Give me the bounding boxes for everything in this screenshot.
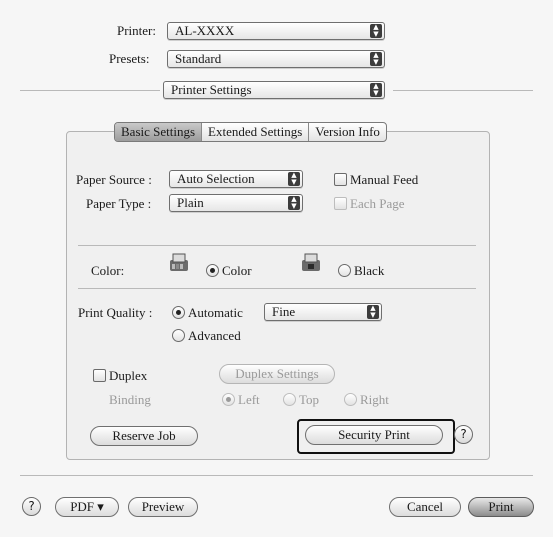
footer-divider [20,475,533,476]
color-printer-icon [170,253,188,271]
duplex-checkbox[interactable] [93,369,106,382]
binding-right-label: Right [360,392,389,407]
preview-button[interactable]: Preview [128,497,198,517]
paper-source-value: Auto Selection [177,171,255,186]
popup-arrows-icon: ▲ ▼ [367,305,379,319]
paper-type-popup[interactable]: Plain ▲ ▼ [169,194,303,212]
paper-type-value: Plain [177,195,204,210]
help-button[interactable]: ? [22,497,41,516]
presets-popup[interactable]: Standard ▲ ▼ [167,50,385,68]
binding-top-label: Top [299,392,320,407]
color-option-label: Color [222,263,252,278]
binding-label: Binding [109,392,151,407]
quality-level-popup[interactable]: Fine ▲ ▼ [264,303,382,321]
each-page-checkbox[interactable] [334,197,347,210]
print-button[interactable]: Print [468,497,534,517]
color-label: Color: [91,263,125,278]
manual-feed-label: Manual Feed [350,172,419,187]
printer-value: AL-XXXX [175,23,235,38]
advanced-radio[interactable] [172,329,185,342]
separator-right [393,90,533,91]
paper-type-label: Paper Type : [86,196,152,211]
binding-top-radio[interactable] [283,393,296,406]
separator-left [20,90,160,91]
binding-left-label: Left [238,392,260,407]
section-divider [78,288,476,289]
tab-basic-settings[interactable]: Basic Settings [115,123,203,141]
popup-arrows-icon: ▲ ▼ [370,24,382,38]
popup-arrows-icon: ▲ ▼ [288,196,300,210]
duplex-label: Duplex [109,368,148,383]
popup-arrows-icon: ▲ ▼ [288,172,300,186]
black-radio[interactable] [338,264,351,277]
pdf-menu-button[interactable]: PDF ▾ [55,497,119,517]
quality-level-value: Fine [272,304,296,319]
tab-version-info[interactable]: Version Info [309,123,386,141]
black-option-label: Black [354,263,385,278]
presets-label: Presets: [109,51,150,66]
automatic-label: Automatic [188,305,243,320]
automatic-radio[interactable] [172,306,185,319]
help-button[interactable]: ? [454,425,473,444]
popup-arrows-icon: ▲ ▼ [370,83,382,97]
tab-extended-settings[interactable]: Extended Settings [202,123,310,141]
printer-label: Printer: [117,23,156,38]
advanced-label: Advanced [188,328,241,343]
color-radio[interactable] [206,264,219,277]
section-divider [78,245,476,246]
black-printer-icon [302,253,320,271]
settings-tabs: Basic Settings Extended Settings Version… [114,122,387,142]
paper-source-label: Paper Source : [76,172,152,187]
cancel-button[interactable]: Cancel [389,497,461,517]
reserve-job-button[interactable]: Reserve Job [90,426,198,446]
security-print-button[interactable]: Security Print [305,425,443,445]
each-page-label: Each Page [350,196,405,211]
binding-left-radio[interactable] [222,393,235,406]
paper-source-popup[interactable]: Auto Selection ▲ ▼ [169,170,303,188]
manual-feed-checkbox[interactable] [334,173,347,186]
binding-right-radio[interactable] [344,393,357,406]
panel-popup[interactable]: Printer Settings ▲ ▼ [163,81,385,99]
presets-value: Standard [175,51,222,66]
print-dialog: Printer: AL-XXXX ▲ ▼ Presets: Standard ▲ ▼… [0,0,553,537]
popup-arrows-icon: ▲ ▼ [370,52,382,66]
print-quality-label: Print Quality : [78,305,153,320]
panel-value: Printer Settings [171,82,252,97]
duplex-settings-button[interactable]: Duplex Settings [219,364,335,384]
printer-popup[interactable]: AL-XXXX ▲ ▼ [167,22,385,40]
